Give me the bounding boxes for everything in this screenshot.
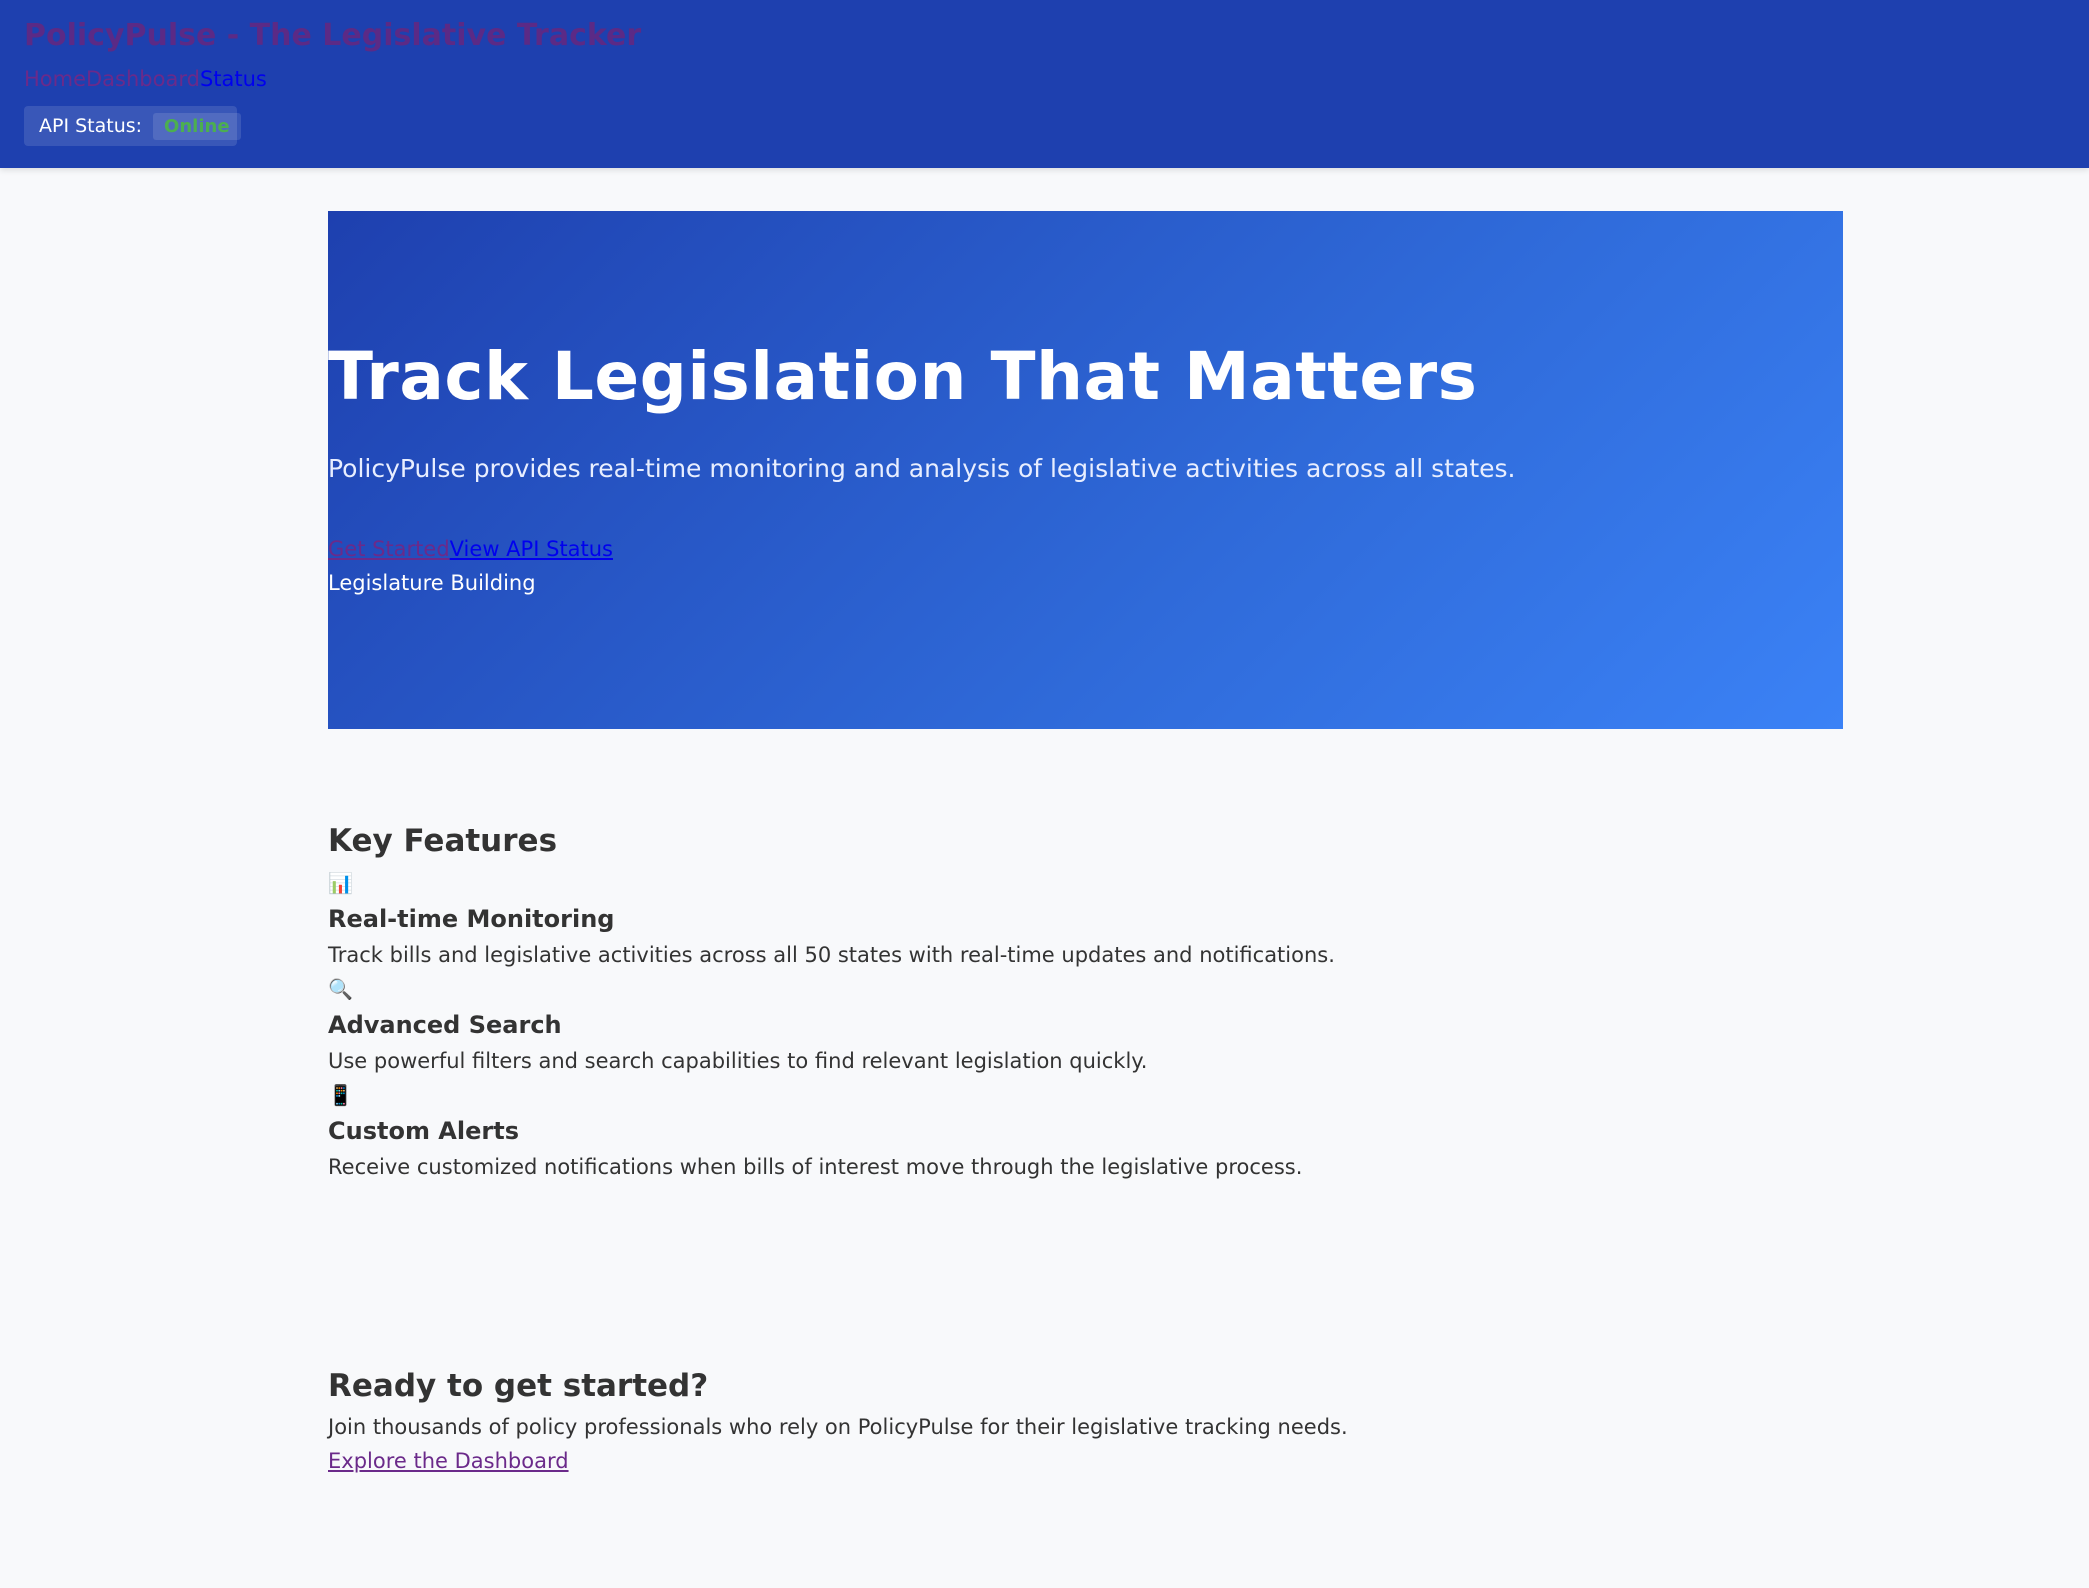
nav-link-dashboard[interactable]: Dashboard: [86, 67, 200, 91]
api-status-label: API Status:: [39, 115, 143, 137]
cta-text: Join thousands of policy professionals w…: [328, 1415, 1348, 1439]
explore-dashboard-link[interactable]: Explore the Dashboard: [328, 1449, 569, 1473]
legislature-building-image: Legislature Building: [328, 571, 536, 595]
feature-description: Use powerful filters and search capabili…: [328, 1049, 1148, 1073]
main-nav: HomeDashboardStatus: [24, 64, 267, 94]
feature-title: Advanced Search: [328, 1011, 562, 1039]
magnifier-icon: 🔍: [328, 977, 353, 1001]
hero-subtitle: PolicyPulse provides real-time monitorin…: [328, 454, 1516, 483]
feature-description: Receive customized notifications when bi…: [328, 1155, 1303, 1179]
site-header: PolicyPulse - The Legislative Tracker Ho…: [0, 0, 2089, 168]
feature-title: Real-time Monitoring: [328, 905, 615, 933]
site-title: PolicyPulse - The Legislative Tracker: [24, 18, 642, 53]
features-section: Key Features 📊 Real-time Monitoring Trac…: [328, 816, 1843, 1184]
get-started-link[interactable]: Get Started: [328, 537, 450, 561]
feature-description: Track bills and legislative activities a…: [328, 943, 1335, 967]
mobile-phone-icon: 📱: [328, 1083, 353, 1107]
view-api-status-link[interactable]: View API Status: [450, 537, 613, 561]
status-badge: Online: [153, 112, 241, 140]
hero-title: Track Legislation That Matters: [328, 338, 1478, 415]
cta-title: Ready to get started?: [328, 1368, 709, 1404]
cta-section: Ready to get started? Join thousands of …: [328, 1362, 1843, 1478]
nav-link-home[interactable]: Home: [24, 67, 86, 91]
feature-item: 🔍 Advanced Search Use powerful filters a…: [328, 972, 1843, 1078]
feature-title: Custom Alerts: [328, 1117, 519, 1145]
api-status-indicator: API Status: Online: [24, 106, 241, 146]
hero-section: Track Legislation That Matters PolicyPul…: [328, 211, 1843, 729]
hero-actions: Get StartedView API Status: [328, 534, 613, 564]
feature-item: 📱 Custom Alerts Receive customized notif…: [328, 1078, 1843, 1184]
feature-item: 📊 Real-time Monitoring Track bills and l…: [328, 866, 1843, 972]
bar-chart-icon: 📊: [328, 871, 353, 895]
features-title: Key Features: [328, 823, 558, 859]
nav-link-status[interactable]: Status: [200, 67, 267, 91]
